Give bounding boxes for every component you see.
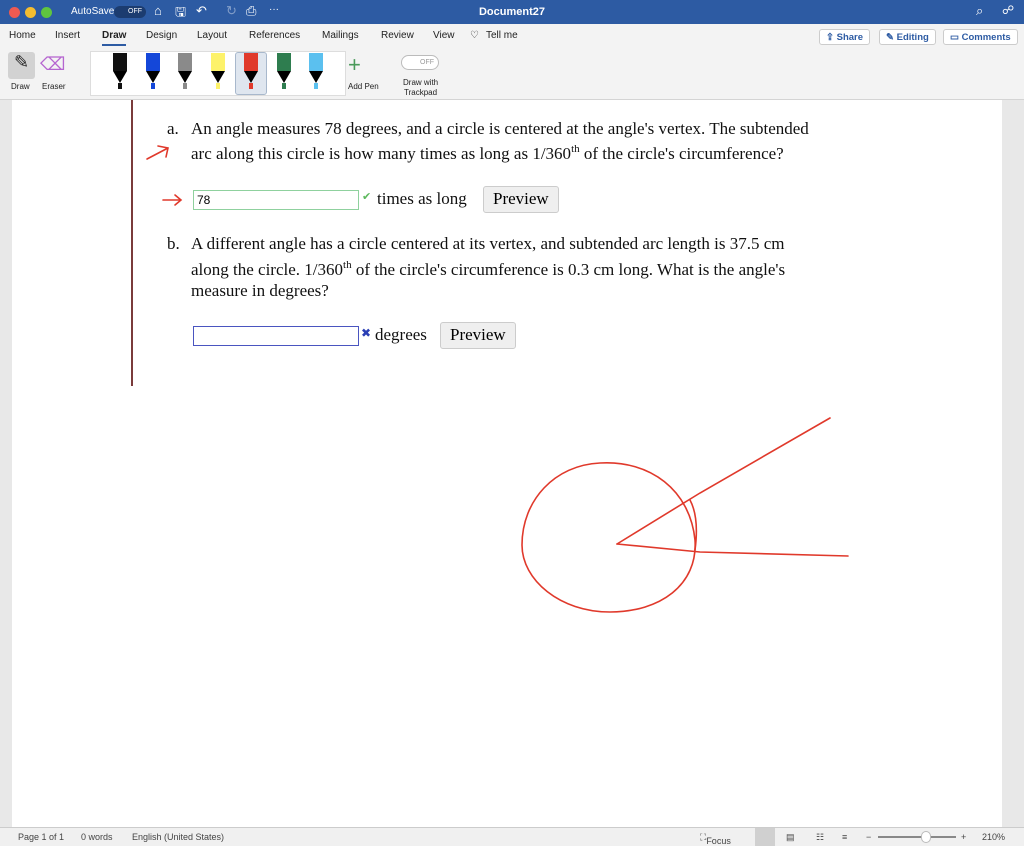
pen-6[interactable]: [309, 53, 324, 89]
ink-circle: [521, 462, 696, 613]
zoom-level[interactable]: 210%: [982, 832, 1005, 842]
outline-view-button[interactable]: ☷: [816, 832, 824, 843]
pen-2[interactable]: [178, 53, 193, 89]
zoom-out-button[interactable]: −: [866, 832, 871, 842]
zoom-slider[interactable]: [878, 836, 956, 838]
ink-drawing: [146, 145, 849, 613]
status-bar: Page 1 of 1 0 words English (United Stat…: [0, 827, 1024, 846]
ink-arrow-answer: [162, 194, 183, 206]
web-layout-view-button[interactable]: ▤: [786, 832, 795, 843]
pen-5[interactable]: [276, 53, 291, 89]
focus-button[interactable]: ⛶ Focus: [700, 832, 731, 846]
language[interactable]: English (United States): [132, 832, 224, 842]
zoom-slider-handle[interactable]: [921, 831, 931, 843]
zoom-in-button[interactable]: +: [961, 832, 966, 842]
pen-4[interactable]: [243, 53, 258, 89]
word-count: 0 words: [81, 832, 113, 842]
print-layout-view-button[interactable]: [755, 828, 775, 846]
ink-angle-ray-lower: [616, 543, 849, 557]
pen-1[interactable]: [145, 53, 160, 89]
page-count: Page 1 of 1: [18, 832, 65, 842]
draft-view-button[interactable]: ≡: [842, 832, 847, 842]
focus-label: Focus: [706, 836, 731, 846]
ink-arrow-a: [146, 145, 169, 160]
pen-3[interactable]: [211, 53, 226, 89]
ink-angle-ray-upper: [616, 417, 831, 545]
pen-0[interactable]: [113, 53, 127, 89]
